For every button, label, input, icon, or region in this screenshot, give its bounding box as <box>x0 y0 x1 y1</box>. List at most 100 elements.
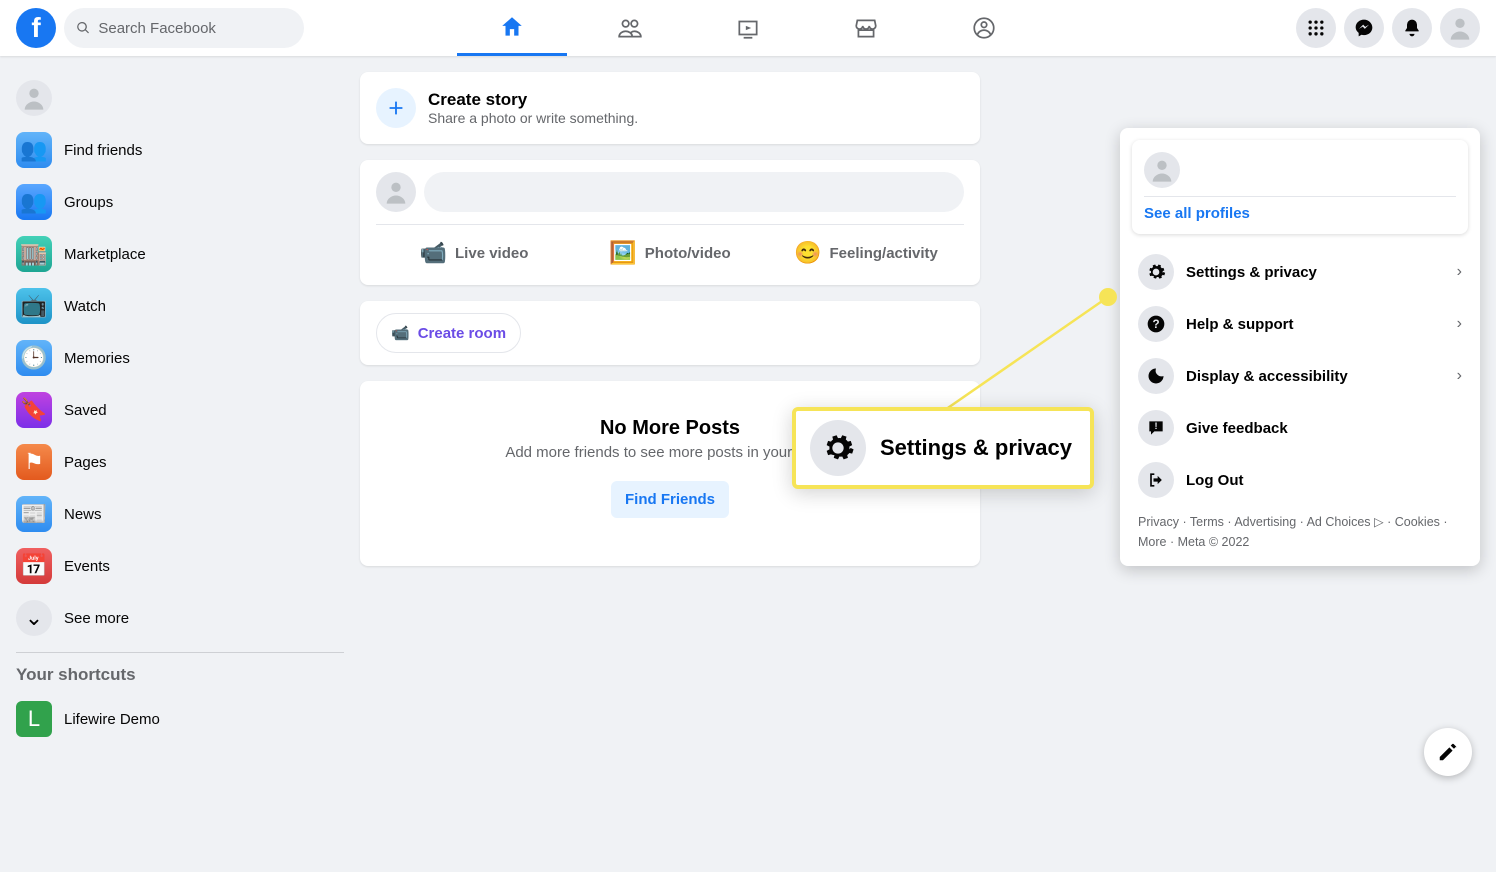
feeling-activity-button[interactable]: 😊 Feeling/activity <box>768 233 964 273</box>
sidebar-item-events[interactable]: 📅Events <box>8 540 352 592</box>
rail-icon: 🔖 <box>16 392 52 428</box>
rail-label: Marketplace <box>64 246 146 263</box>
svg-text:!: ! <box>1154 421 1157 431</box>
rail-icon: 📺 <box>16 288 52 324</box>
annotation-callout: Settings & privacy <box>792 407 1094 489</box>
see-more-label: See more <box>64 610 129 627</box>
shortcut-avatar: L <box>16 701 52 737</box>
footer-more[interactable]: More <box>1138 535 1166 549</box>
logout-icon <box>1138 462 1174 498</box>
live-video-label: Live video <box>455 245 528 262</box>
messenger-button[interactable] <box>1344 8 1384 48</box>
rail-label: Memories <box>64 350 130 367</box>
create-story-card[interactable]: Create story Share a photo or write some… <box>360 72 980 144</box>
avatar-icon <box>1446 14 1474 42</box>
feeling-label: Feeling/activity <box>830 245 938 262</box>
annotation-label: Settings & privacy <box>880 435 1072 461</box>
footer-cookies[interactable]: Cookies <box>1395 515 1440 529</box>
rail-icon: ⚑ <box>16 444 52 480</box>
sidebar-see-more[interactable]: ⌄ See more <box>8 592 352 644</box>
bell-icon <box>1402 18 1422 38</box>
watch-icon <box>735 15 761 41</box>
notifications-button[interactable] <box>1392 8 1432 48</box>
see-all-profiles-link[interactable]: See all profiles <box>1144 205 1456 222</box>
groups-icon <box>971 15 997 41</box>
center-nav <box>457 0 1039 56</box>
top-bar: f <box>0 0 1496 56</box>
nav-marketplace[interactable] <box>811 0 921 56</box>
grid-icon <box>1306 18 1326 38</box>
rail-icon: 📰 <box>16 496 52 532</box>
account-avatar-button[interactable] <box>1440 8 1480 48</box>
nav-groups[interactable] <box>929 0 1039 56</box>
edit-fab[interactable] <box>1424 728 1472 776</box>
dropdown-profile-divider <box>1144 196 1456 197</box>
feedback-icon: ! <box>1138 410 1174 446</box>
shortcut-label: Lifewire Demo <box>64 711 160 728</box>
rail-label: Find friends <box>64 142 142 159</box>
sidebar-item-news[interactable]: 📰 News <box>8 488 352 540</box>
sidebar-item-watch[interactable]: 📺Watch <box>8 280 352 332</box>
shortcuts-heading: Your shortcuts <box>8 665 352 693</box>
dropdown-item-label: Display & accessibility <box>1186 368 1457 385</box>
footer-advertising[interactable]: Advertising <box>1234 515 1296 529</box>
photo-video-button[interactable]: 🖼️Photo/video <box>572 233 768 273</box>
nav-friends[interactable] <box>575 0 685 56</box>
create-room-button[interactable]: 📹 Create room <box>376 313 521 353</box>
find-friends-button[interactable]: Find Friends <box>611 481 729 518</box>
dropdown-item-label: Help & support <box>1186 316 1457 333</box>
home-icon <box>499 14 525 40</box>
dropdown-help-support[interactable]: ?Help & support› <box>1132 298 1468 350</box>
nav-home[interactable] <box>457 0 567 56</box>
rail-label: News <box>64 506 102 523</box>
messenger-icon <box>1354 18 1374 38</box>
live-video-button[interactable]: 📹Live video <box>376 233 572 273</box>
composer-avatar[interactable] <box>376 172 416 212</box>
create-story-subtitle: Share a photo or write something. <box>428 110 638 126</box>
dropdown-item-label: Log Out <box>1186 472 1462 489</box>
chevron-down-icon: ⌄ <box>16 600 52 636</box>
rail-icon: 🏬 <box>16 236 52 272</box>
rail-label: Saved <box>64 402 107 419</box>
sidebar-item-memories[interactable]: 🕒Memories <box>8 332 352 384</box>
footer-terms[interactable]: Terms <box>1190 515 1224 529</box>
search-input[interactable] <box>98 20 292 37</box>
plus-icon <box>376 88 416 128</box>
rail-icon: 👥 <box>16 184 52 220</box>
dropdown-settings-privacy[interactable]: Settings & privacy› <box>1132 246 1468 298</box>
footer-meta: Meta © 2022 <box>1178 535 1250 549</box>
shortcut-item[interactable]: L Lifewire Demo <box>8 693 352 745</box>
dropdown-give-feedback[interactable]: !Give feedback <box>1132 402 1468 454</box>
sidebar-item-marketplace[interactable]: 🏬 Marketplace <box>8 228 352 280</box>
create-room-label: Create room <box>418 325 506 342</box>
footer-privacy[interactable]: Privacy <box>1138 515 1179 529</box>
facebook-logo[interactable]: f <box>16 8 56 48</box>
dropdown-item-label: Settings & privacy <box>1186 264 1457 281</box>
avatar-icon <box>16 80 52 116</box>
footer-ad-choices[interactable]: Ad Choices <box>1307 515 1371 529</box>
chevron-right-icon: › <box>1457 367 1462 385</box>
sidebar-profile-link[interactable] <box>8 72 352 124</box>
moon-icon <box>1138 358 1174 394</box>
search-container[interactable] <box>64 8 304 48</box>
dropdown-display-accessibility[interactable]: Display & accessibility› <box>1132 350 1468 402</box>
dropdown-footer: Privacy · Terms · Advertising · Ad Choic… <box>1132 506 1468 554</box>
sidebar-item-find-friends[interactable]: 👥Find friends <box>8 124 352 176</box>
dropdown-log-out[interactable]: Log Out <box>1132 454 1468 506</box>
chevron-right-icon: › <box>1457 315 1462 333</box>
feeling-icon: 😊 <box>794 240 821 266</box>
sidebar-item-saved[interactable]: 🔖 Saved <box>8 384 352 436</box>
menu-grid-button[interactable] <box>1296 8 1336 48</box>
top-right-icons <box>1296 8 1480 48</box>
nav-watch[interactable] <box>693 0 803 56</box>
friends-icon <box>617 15 643 41</box>
composer-divider <box>376 224 964 225</box>
sidebar-item-pages[interactable]: ⚑ Pages <box>8 436 352 488</box>
dropdown-profile-card[interactable]: See all profiles <box>1132 140 1468 234</box>
dropdown-avatar <box>1144 152 1180 188</box>
composer-input[interactable] <box>424 172 964 212</box>
rail-label: Pages <box>64 454 107 471</box>
photo-video-label: Photo/video <box>645 245 731 262</box>
sidebar-item-groups[interactable]: 👥Groups <box>8 176 352 228</box>
composer-card: 📹Live video 🖼️Photo/video 😊 Feeling/activ… <box>360 160 980 285</box>
